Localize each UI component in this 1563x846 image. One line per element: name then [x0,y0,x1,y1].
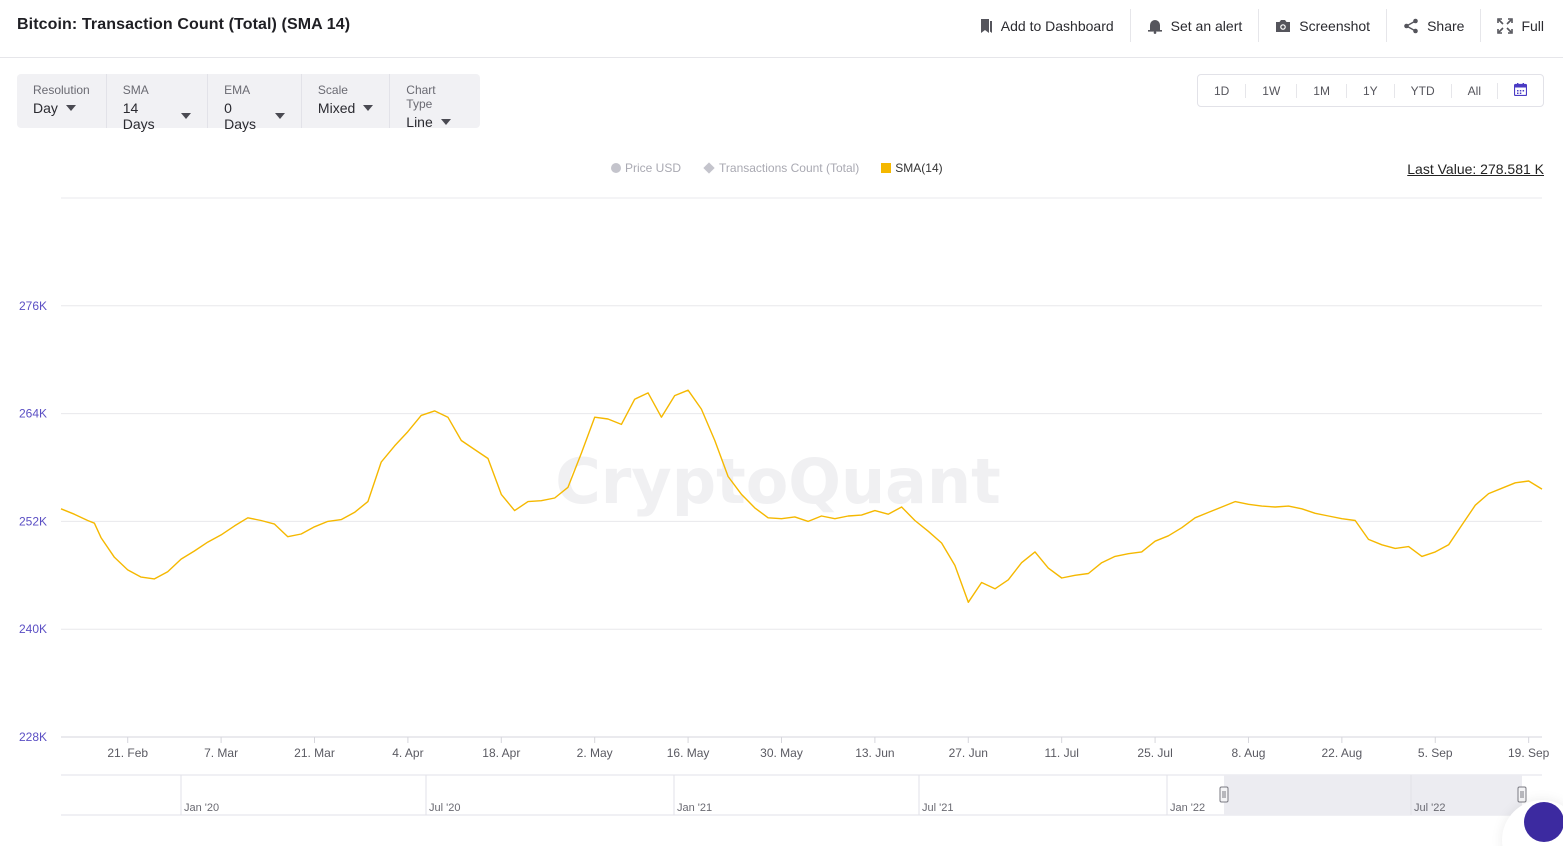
chart-type-label: Chart Type [406,83,436,111]
scale-label: Scale [317,83,348,97]
last-value-readout: Last Value: 278.581 K [1407,161,1544,177]
legend-label: Transactions Count (Total) [719,161,860,175]
x-tick-label: 25. Jul [1137,746,1172,760]
navigator-label: Jul '20 [429,802,460,814]
x-tick-label: 27. Jun [949,746,988,760]
y-tick-label: 252K [19,514,47,528]
chart-type-value: Line [406,114,433,130]
chevron-down-icon [65,105,76,111]
legend-label: SMA(14) [895,161,943,175]
fullscreen-label: Full [1521,17,1544,34]
range-1y-button[interactable]: 1Y [1345,83,1394,98]
navigator-selection[interactable] [1224,775,1522,815]
navigator-handle[interactable] [1219,786,1229,803]
set-alert-button[interactable]: Set an alert [1129,9,1259,42]
range-1d-button[interactable]: 1D [1198,84,1245,98]
sma-select[interactable]: SMA 14 Days [105,74,207,132]
x-tick-label: 30. May [760,746,803,760]
square-marker-icon [881,163,892,173]
navigator-label: Jul '22 [1414,802,1445,814]
header-bar: Bitcoin: Transaction Count (Total) (SMA … [0,0,1563,58]
x-tick-label: 4. Apr [392,746,423,760]
header-actions: Add to Dashboard Set an alert Screenshot… [963,9,1544,42]
x-tick-label: 19. Sep [1508,746,1550,760]
resolution-value: Day [33,100,58,116]
chevron-down-icon [440,119,451,125]
x-tick-label: 16. May [667,746,710,760]
screenshot-label: Screenshot [1299,17,1371,34]
range-1m-button[interactable]: 1M [1296,83,1346,98]
chevron-down-icon [363,105,374,111]
x-tick-label: 13. Jun [855,746,894,760]
page-title: Bitcoin: Transaction Count (Total) (SMA … [17,16,351,33]
resolution-select[interactable]: Resolution Day [17,74,106,128]
x-tick-label: 2. May [577,746,613,760]
bookmark-icon [979,18,993,34]
circle-marker-icon [611,163,621,173]
chart-legend: Price USD Transactions Count (Total) SMA… [611,161,943,175]
range-1w-button[interactable]: 1W [1245,83,1296,98]
y-tick-label: 240K [19,622,47,636]
add-to-dashboard-label: Add to Dashboard [1000,17,1114,34]
navigator-label: Jan '21 [677,802,712,814]
share-icon [1403,18,1419,34]
diamond-marker-icon [703,162,715,174]
resolution-label: Resolution [33,83,90,97]
scale-value: Mixed [317,100,356,116]
share-button[interactable]: Share [1386,9,1480,42]
navigator-handle[interactable] [1517,786,1527,803]
chevron-down-icon [181,113,192,119]
line-chart: CryptoQuant 228K 240K 252K 264K 276K 21. Feb… [19,197,1550,816]
calendar-button[interactable] [1497,82,1543,99]
bell-icon [1147,18,1163,34]
set-alert-label: Set an alert [1170,17,1243,34]
range-ytd-button[interactable]: YTD [1393,83,1451,98]
x-tick-label: 5. Sep [1418,746,1453,760]
add-to-dashboard-button[interactable]: Add to Dashboard [963,9,1130,42]
chevron-down-icon [274,113,285,119]
x-tick-label: 21. Mar [294,746,335,760]
chart-controls: Resolution Day SMA 14 Days EMA 0 Days Sc… [17,74,480,132]
x-tick-label: 8. Aug [1231,746,1265,760]
range-all-button[interactable]: All [1450,83,1497,98]
navigator-label: Jan '20 [184,802,219,814]
chart-type-select[interactable]: Chart Type Line [389,74,480,130]
x-tick-label: 21. Feb [107,746,148,760]
fullscreen-button[interactable]: Full [1480,9,1544,42]
sma-label: SMA [122,83,149,97]
calendar-icon [1513,82,1528,99]
x-tick-label: 22. Aug [1322,746,1363,760]
watermark: CryptoQuant [555,445,1001,518]
ema-value: 0 Days [224,100,257,132]
sma-value: 14 Days [122,100,155,132]
x-tick-label: 11. Jul [1044,746,1078,760]
y-tick-label: 264K [19,407,47,421]
share-label: Share [1427,17,1465,34]
legend-item-transactions-count[interactable]: Transactions Count (Total) [703,161,859,175]
camera-icon [1275,19,1291,33]
fullscreen-icon [1497,17,1514,34]
navigator-label: Jan '22 [1170,802,1205,814]
y-tick-label: 276K [19,299,47,313]
legend-item-sma[interactable]: SMA(14) [881,161,943,175]
scale-select[interactable]: Scale Mixed [300,74,389,128]
legend-label: Price USD [625,161,682,175]
x-tick-label: 18. Apr [482,746,520,760]
y-tick-label: 228K [19,730,47,744]
navigator-label: Jul '21 [922,802,953,814]
legend-item-price-usd[interactable]: Price USD [611,161,681,175]
time-range-selector: 1D 1W 1M 1Y YTD All [1196,74,1544,107]
x-tick-label: 7. Mar [204,746,238,760]
ema-select[interactable]: EMA 0 Days [207,74,301,132]
screenshot-button[interactable]: Screenshot [1258,9,1386,42]
ema-label: EMA [224,83,251,97]
